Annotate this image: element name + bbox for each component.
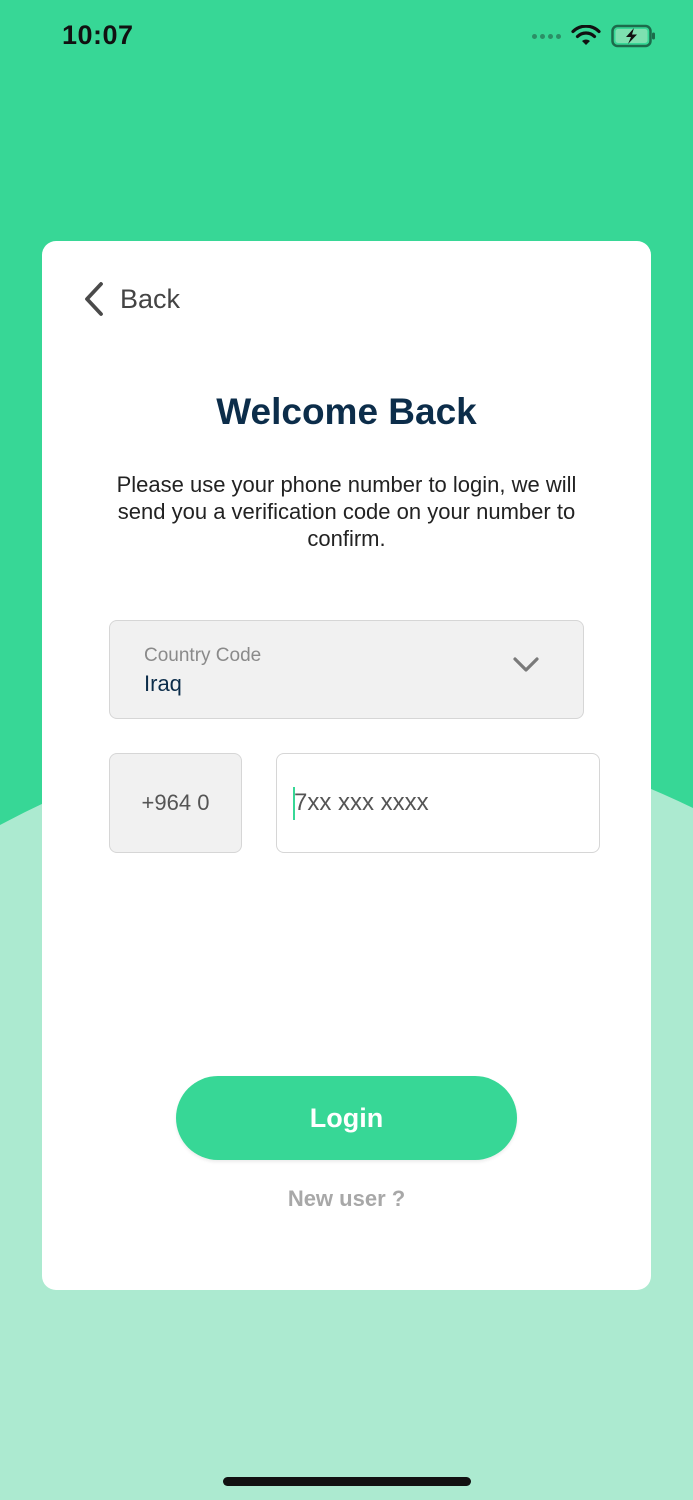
page-title: Welcome Back bbox=[216, 391, 477, 432]
login-button[interactable]: Login bbox=[176, 1076, 517, 1160]
wifi-icon bbox=[571, 25, 601, 45]
battery-charging-icon bbox=[611, 24, 655, 48]
chevron-down-icon bbox=[513, 657, 539, 672]
status-bar: 10:07 bbox=[0, 0, 693, 80]
back-label: Back bbox=[120, 283, 181, 314]
status-time: 10:07 bbox=[62, 20, 134, 50]
country-code-value: Iraq bbox=[144, 671, 182, 696]
login-instructions: Please use your phone number to login, w… bbox=[116, 472, 577, 551]
home-indicator bbox=[223, 1477, 471, 1486]
signal-icon bbox=[532, 33, 561, 39]
text-cursor bbox=[293, 787, 295, 820]
country-code-label: Country Code bbox=[144, 645, 262, 666]
login-card: Back Welcome Back Please use your phone … bbox=[42, 241, 651, 1290]
status-icons bbox=[532, 24, 657, 48]
back-button[interactable]: Back bbox=[82, 281, 180, 317]
chevron-left-icon bbox=[85, 282, 103, 316]
phone-number-input[interactable] bbox=[276, 753, 600, 853]
new-user-link[interactable]: New user ? bbox=[42, 1186, 651, 1212]
country-code-dropdown[interactable]: Country Code Iraq bbox=[109, 620, 584, 719]
phone-prefix: +964 0 bbox=[109, 753, 242, 853]
